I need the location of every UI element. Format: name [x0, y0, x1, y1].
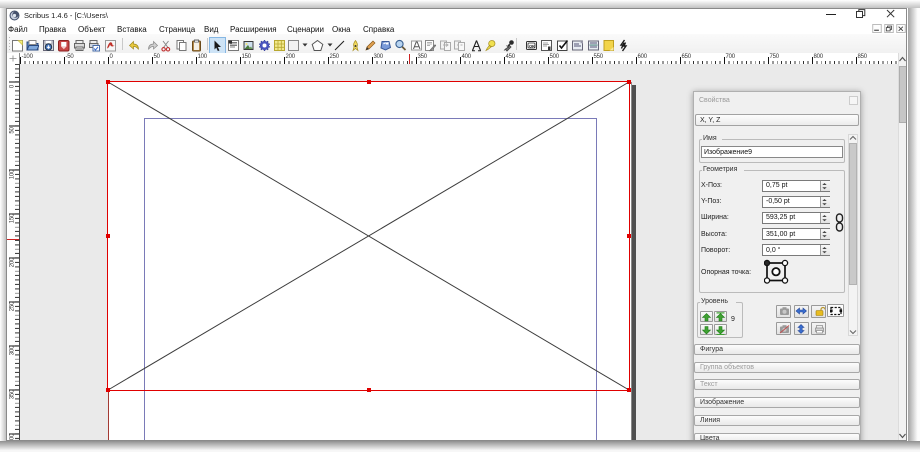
svg-text:OK: OK [529, 43, 535, 48]
